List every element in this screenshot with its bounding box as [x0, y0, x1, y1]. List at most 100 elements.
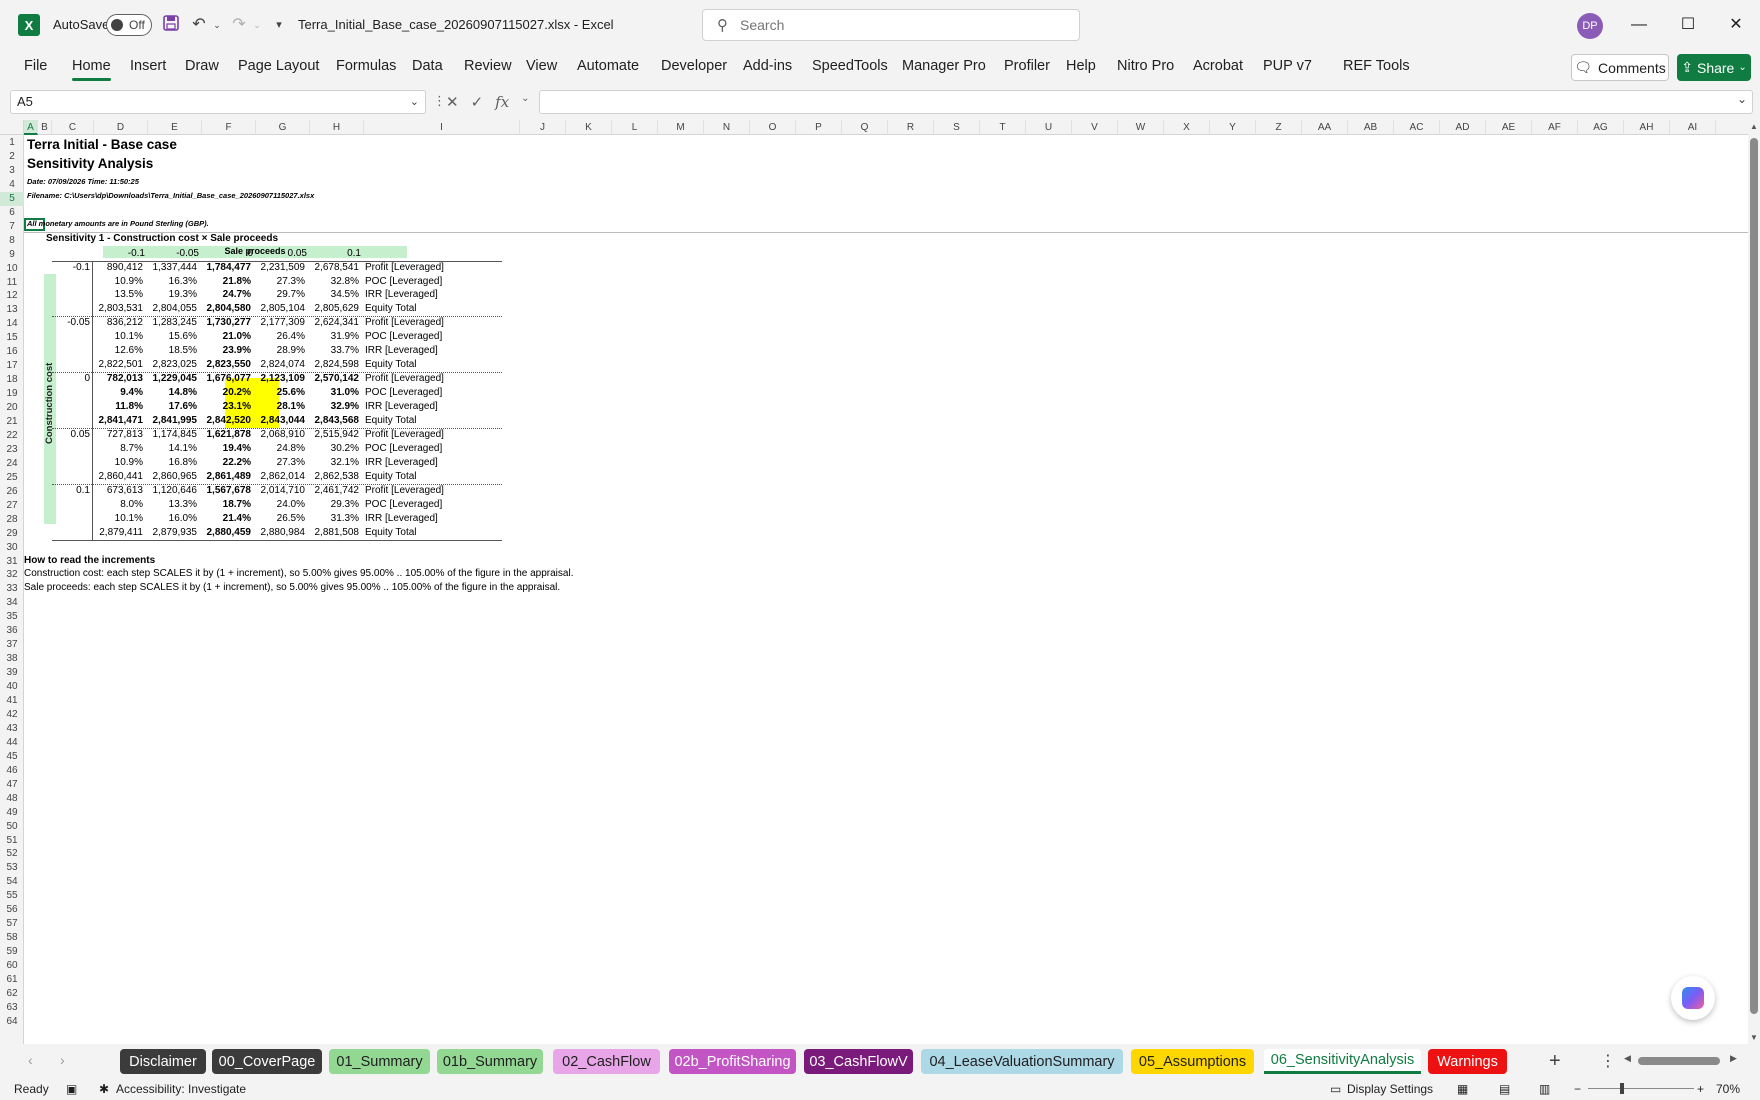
- row-header-32[interactable]: 32: [0, 568, 24, 582]
- sheet-tab-00-coverpage[interactable]: 00_CoverPage: [212, 1049, 322, 1074]
- vertical-scrollbar[interactable]: ▲ ▼: [1748, 120, 1760, 1044]
- cancel-icon[interactable]: ✕: [446, 93, 459, 111]
- ribbon-tab-nitro-pro[interactable]: Nitro Pro: [1117, 58, 1174, 74]
- table-cell[interactable]: 2,014,710: [253, 485, 306, 496]
- row-header-6[interactable]: 6: [0, 206, 24, 220]
- metric-label[interactable]: Profit [Leveraged]: [365, 485, 444, 496]
- row-header-28[interactable]: 28: [0, 513, 24, 527]
- table-cell[interactable]: 2,805,629: [307, 303, 360, 314]
- column-header-y[interactable]: Y: [1210, 120, 1256, 135]
- table-cell[interactable]: 28.1%: [253, 401, 305, 412]
- column-header-e[interactable]: E: [148, 120, 202, 135]
- table-cell[interactable]: 11.8%: [91, 401, 143, 412]
- row-header-64[interactable]: 64: [0, 1015, 24, 1029]
- sensitivity-title[interactable]: Sensitivity 1 - Construction cost × Sale…: [46, 233, 278, 244]
- metric-label[interactable]: Equity Total: [365, 527, 417, 538]
- ribbon-tab-data[interactable]: Data: [412, 58, 443, 74]
- row-header-12[interactable]: 12: [0, 289, 24, 303]
- table-cell[interactable]: 10.9%: [91, 457, 143, 468]
- table-cell[interactable]: 782,013: [91, 373, 143, 384]
- metric-label[interactable]: POC [Leveraged]: [365, 387, 442, 398]
- table-cell[interactable]: 16.0%: [145, 513, 197, 524]
- row-header-42[interactable]: 42: [0, 708, 24, 722]
- row-header-30[interactable]: 30: [0, 541, 24, 555]
- filename-line[interactable]: Filename: C:\Users\dp\Downloads\Terra_In…: [27, 191, 314, 200]
- accessibility-icon[interactable]: ✱: [99, 1082, 109, 1096]
- row-header-47[interactable]: 47: [0, 778, 24, 792]
- table-cell[interactable]: 2,841,995: [145, 415, 198, 426]
- ribbon-tab-developer[interactable]: Developer: [661, 58, 727, 74]
- table-cell[interactable]: 1,567,678: [199, 485, 252, 496]
- ribbon-tab-formulas[interactable]: Formulas: [336, 58, 396, 74]
- row-header-61[interactable]: 61: [0, 973, 24, 987]
- more-options-icon[interactable]: ⋮: [433, 93, 446, 109]
- table-cell[interactable]: 26.4%: [253, 331, 305, 342]
- display-settings-icon[interactable]: ▭: [1330, 1082, 1341, 1096]
- ribbon-tab-speedtools[interactable]: SpeedTools: [812, 58, 888, 74]
- column-header-ab[interactable]: AB: [1348, 120, 1394, 135]
- save-icon[interactable]: [160, 14, 182, 36]
- row-header-58[interactable]: 58: [0, 931, 24, 945]
- ribbon-tab-review[interactable]: Review: [464, 58, 512, 74]
- scroll-up-icon[interactable]: ▲: [1748, 122, 1760, 131]
- row-header-60[interactable]: 60: [0, 959, 24, 973]
- row-header-11[interactable]: 11: [0, 276, 24, 290]
- table-cell[interactable]: 2,861,489: [199, 471, 252, 482]
- row-header-36[interactable]: 36: [0, 624, 24, 638]
- table-cell[interactable]: 21.8%: [199, 276, 251, 287]
- table-cell[interactable]: 13.5%: [91, 289, 143, 300]
- normal-view-icon[interactable]: ▦: [1457, 1082, 1468, 1096]
- zoom-out-icon[interactable]: −: [1574, 1082, 1581, 1096]
- column-header-ad[interactable]: AD: [1440, 120, 1486, 135]
- column-header-b[interactable]: B: [38, 120, 52, 135]
- ribbon-tab-view[interactable]: View: [526, 58, 557, 74]
- sheet-title[interactable]: Terra Initial - Base case: [27, 137, 177, 152]
- column-header-k[interactable]: K: [566, 120, 612, 135]
- chevron-down-icon[interactable]: ⌄: [521, 93, 529, 111]
- row-header-8[interactable]: 8: [0, 234, 24, 248]
- row-increment[interactable]: -0.05: [52, 317, 90, 328]
- enter-icon[interactable]: ✓: [471, 93, 484, 111]
- table-cell[interactable]: 14.1%: [145, 443, 197, 454]
- copilot-button[interactable]: [1671, 976, 1715, 1020]
- column-header-a[interactable]: A: [24, 120, 38, 135]
- accessibility-status[interactable]: Accessibility: Investigate: [116, 1082, 246, 1096]
- table-cell[interactable]: 17.6%: [145, 401, 197, 412]
- ribbon-tab-automate[interactable]: Automate: [577, 58, 639, 74]
- hscroll-thumb[interactable]: [1638, 1057, 1720, 1065]
- table-cell[interactable]: 2,231,509: [253, 262, 306, 273]
- column-header-j[interactable]: J: [520, 120, 566, 135]
- table-cell[interactable]: 18.5%: [145, 345, 197, 356]
- column-header-t[interactable]: T: [980, 120, 1026, 135]
- table-cell[interactable]: 1,283,245: [145, 317, 198, 328]
- note-sale-proceeds[interactable]: Sale proceeds: each step SCALES it by (1…: [24, 582, 560, 593]
- row-header-29[interactable]: 29: [0, 527, 24, 541]
- scroll-down-icon[interactable]: ▼: [1748, 1033, 1760, 1042]
- name-box[interactable]: A5 ⌄: [10, 90, 426, 114]
- sheet-tab-02-cashflow[interactable]: 02_CashFlow: [553, 1049, 660, 1074]
- row-header-19[interactable]: 19: [0, 387, 24, 401]
- table-cell[interactable]: 21.4%: [199, 513, 251, 524]
- table-cell[interactable]: 2,843,568: [307, 415, 360, 426]
- row-increment[interactable]: -0.1: [52, 262, 90, 273]
- metric-label[interactable]: IRR [Leveraged]: [365, 345, 438, 356]
- row-header-27[interactable]: 27: [0, 499, 24, 513]
- table-cell[interactable]: 10.1%: [91, 513, 143, 524]
- table-cell[interactable]: 28.9%: [253, 345, 305, 356]
- table-cell[interactable]: 27.3%: [253, 457, 305, 468]
- row-header-51[interactable]: 51: [0, 834, 24, 848]
- date-line[interactable]: Date: 07/09/2026 Time: 11:50:25: [27, 177, 139, 186]
- select-all-corner[interactable]: [0, 120, 24, 135]
- table-cell[interactable]: 2,678,541: [307, 262, 360, 273]
- metric-label[interactable]: POC [Leveraged]: [365, 331, 442, 342]
- table-cell[interactable]: 2,842,520: [199, 415, 252, 426]
- row-header-55[interactable]: 55: [0, 889, 24, 903]
- row-header-59[interactable]: 59: [0, 945, 24, 959]
- row-header-40[interactable]: 40: [0, 680, 24, 694]
- table-cell[interactable]: 1,174,845: [145, 429, 198, 440]
- expand-formula-icon[interactable]: ⌄: [1737, 92, 1747, 106]
- column-header-ah[interactable]: AH: [1624, 120, 1670, 135]
- table-cell[interactable]: 8.0%: [91, 499, 143, 510]
- table-cell[interactable]: 2,879,411: [91, 527, 143, 538]
- table-cell[interactable]: 10.9%: [91, 276, 143, 287]
